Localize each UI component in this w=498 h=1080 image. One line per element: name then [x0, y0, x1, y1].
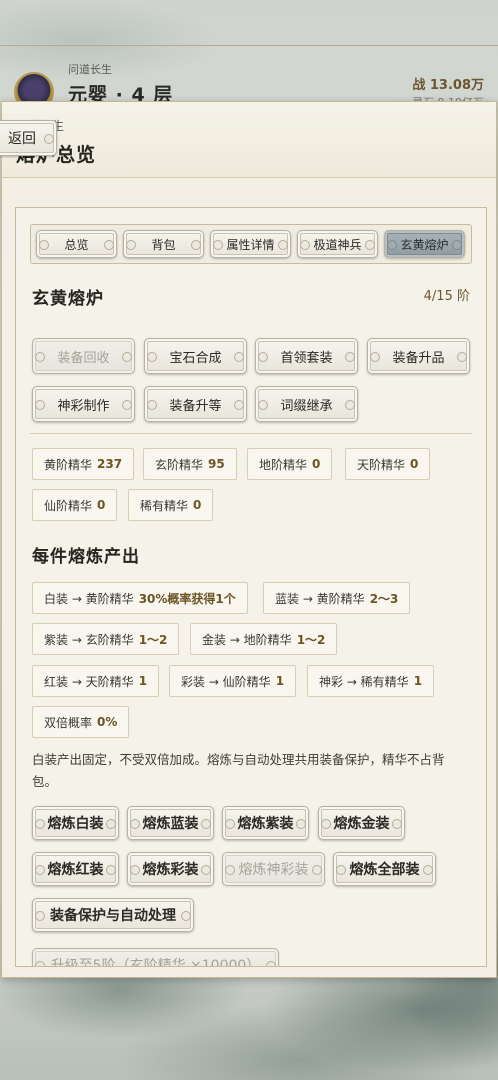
tab-xuanhuang-furnace[interactable]: 玄黄熔炉: [384, 230, 465, 258]
furnace-overview-panel: 问道长生 熔炉总览 返回 总览 背包 属性详情 极道神兵 玄黄熔炉 玄黄熔炉 4…: [0, 101, 497, 978]
essence-label: 仙阶精华: [44, 498, 93, 513]
smelt-red-button[interactable]: 熔炼红装: [32, 852, 119, 886]
output-note: 白装产出固定，不受双倍加成。熔炼与自动处理共用装备保护，精华不占背包。: [32, 752, 445, 789]
essence-value: 0: [410, 457, 419, 471]
double-chance: 双倍概率 0%: [32, 706, 130, 738]
output-rule-divine: 神彩 → 稀有精华 1: [307, 665, 435, 697]
stage-unit: 阶: [456, 289, 470, 304]
rule-value: 2～3: [369, 591, 399, 606]
divider: [30, 433, 472, 434]
rule-label: 金装 → 地阶精华: [202, 632, 292, 647]
smelt-blue-button[interactable]: 熔炼蓝装: [127, 806, 214, 840]
output-title: 每件熔炼产出: [32, 547, 140, 567]
furnace-stage: 4/15 阶: [424, 285, 470, 304]
output-rule-purple: 紫装 → 玄阶精华 1～2: [32, 623, 180, 655]
rule-value: 1～2: [138, 632, 168, 647]
tab-backpack[interactable]: 背包: [123, 230, 204, 258]
output-rule-white: 白装 → 黄阶精华 30%概率获得1个: [32, 582, 248, 614]
rule-value: 1: [275, 674, 285, 688]
rule-label: 紫装 → 玄阶精华: [44, 632, 134, 647]
game-title: 问道长生: [68, 63, 112, 76]
smelt-all-button[interactable]: 熔炼全部装: [333, 852, 436, 886]
rule-value: 30%概率获得1个: [138, 591, 236, 606]
essence-di: 地阶精华 0: [247, 448, 333, 480]
equipment-protection-button[interactable]: 装备保护与自动处理: [32, 898, 194, 932]
back-button[interactable]: 返回: [0, 120, 57, 156]
tab-divine-weapon[interactable]: 极道神兵: [297, 230, 378, 258]
output-rule-gold: 金装 → 地阶精华 1～2: [190, 623, 338, 655]
rule-label: 双倍概率: [44, 715, 93, 730]
rule-value: 1: [413, 674, 423, 688]
smelt-rainbow-button[interactable]: 熔炼彩装: [127, 852, 214, 886]
rule-value: 0%: [97, 715, 118, 729]
gem-synthesis-button[interactable]: 宝石合成: [144, 338, 247, 374]
equipment-quality-up-button[interactable]: 装备升品: [367, 338, 470, 374]
equipment-level-up-button[interactable]: 装备升等: [144, 386, 247, 422]
equipment-recycle-button[interactable]: 装备回收: [32, 338, 135, 374]
essence-value: 0: [193, 498, 202, 512]
essence-label: 稀有精华: [140, 498, 189, 513]
divine-color-craft-button[interactable]: 神彩制作: [32, 386, 135, 422]
combat-power: 战 13.08万: [412, 78, 484, 93]
rule-value: 1: [138, 674, 148, 688]
essence-label: 天阶精华: [357, 457, 406, 472]
upgrade-furnace-button[interactable]: 升级至5阶（玄阶精华 ×10000）: [32, 948, 279, 966]
smelt-white-button[interactable]: 熔炼白装: [32, 806, 119, 840]
smelt-divine-rainbow-button[interactable]: 熔炼神彩装: [222, 852, 325, 886]
essence-value: 237: [97, 457, 123, 471]
top-bar: [0, 0, 498, 46]
tab-bar: 总览 背包 属性详情 极道神兵 玄黄熔炉: [30, 224, 472, 264]
rule-label: 蓝装 → 黄阶精华: [275, 591, 365, 606]
essence-value: 0: [97, 498, 106, 512]
essence-tian: 天阶精华 0: [345, 448, 431, 480]
essence-huang: 黄阶精华 237: [32, 448, 135, 480]
essence-value: 0: [312, 457, 321, 471]
rule-label: 神彩 → 稀有精华: [319, 674, 409, 689]
essence-xuan: 玄阶精华 95: [143, 448, 237, 480]
output-rule-rainbow: 彩装 → 仙阶精华 1: [169, 665, 297, 697]
output-rule-red: 红装 → 天阶精华 1: [32, 665, 160, 697]
rule-label: 白装 → 黄阶精华: [44, 591, 134, 606]
affix-inherit-button[interactable]: 词缀继承: [255, 386, 358, 422]
rule-label: 红装 → 天阶精华: [44, 674, 134, 689]
furnace-content: 总览 背包 属性详情 极道神兵 玄黄熔炉 玄黄熔炉 4/15 阶 装备回收 宝石…: [15, 207, 487, 967]
stage-value: 4/15: [423, 289, 453, 304]
essence-value: 95: [208, 457, 225, 471]
essence-rare: 稀有精华 0: [128, 489, 214, 521]
essence-label: 黄阶精华: [44, 457, 93, 472]
rule-label: 彩装 → 仙阶精华: [181, 674, 271, 689]
essence-label: 地阶精华: [259, 457, 308, 472]
boss-set-button[interactable]: 首领套装: [255, 338, 358, 374]
rule-value: 1～2: [296, 632, 326, 647]
tab-overview[interactable]: 总览: [36, 230, 117, 258]
essence-xian: 仙阶精华 0: [32, 489, 118, 521]
essence-label: 玄阶精华: [155, 457, 204, 472]
tab-attribute-details[interactable]: 属性详情: [210, 230, 291, 258]
smelt-gold-button[interactable]: 熔炼金装: [318, 806, 405, 840]
panel-header: 问道长生 熔炉总览 返回: [0, 102, 496, 178]
output-rule-blue: 蓝装 → 黄阶精华 2～3: [263, 582, 411, 614]
smelt-purple-button[interactable]: 熔炼紫装: [222, 806, 309, 840]
furnace-title: 玄黄熔炉: [32, 289, 104, 309]
